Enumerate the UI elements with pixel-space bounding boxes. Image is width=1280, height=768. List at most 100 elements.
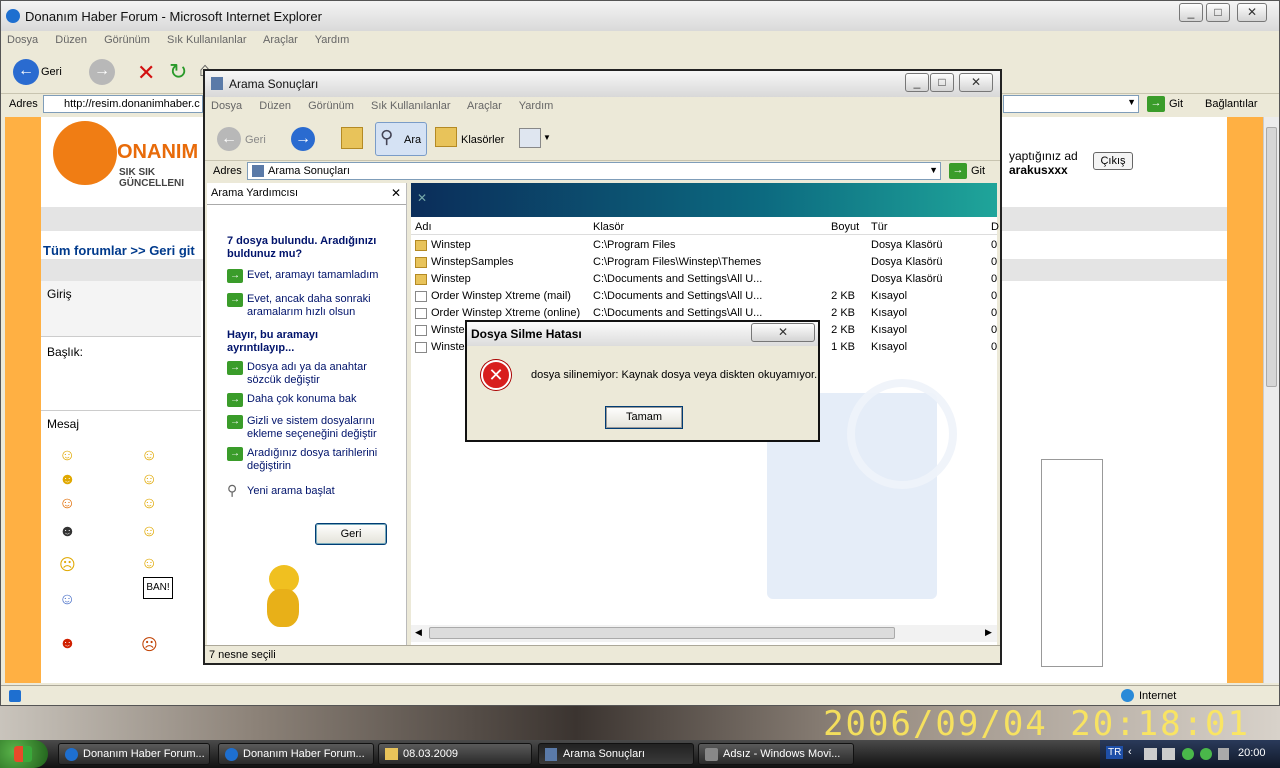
forward-arrow-icon[interactable]: →	[89, 59, 115, 85]
smiley-icon[interactable]: ☻	[59, 471, 76, 489]
banner-close-icon[interactable]: ✕	[417, 191, 427, 205]
go-arrow-icon[interactable]: →	[1147, 96, 1165, 112]
result-date: 0	[991, 239, 998, 251]
menu-duzen[interactable]: Düzen	[55, 34, 87, 46]
smiley-icon[interactable]: ☺	[141, 495, 157, 513]
col-size[interactable]: Boyut	[831, 221, 859, 233]
yes-option-1-label: Evet, aramayı tamamladım	[247, 269, 379, 281]
smiley-icon[interactable]: ☺	[59, 447, 75, 465]
go-label[interactable]: Git	[1169, 98, 1183, 110]
username-text: arakusxxx	[1009, 163, 1068, 177]
ie-vertical-scrollbar[interactable]	[1263, 117, 1279, 683]
address-dropdown-icon[interactable]: ▼	[929, 165, 938, 175]
smiley-icon[interactable]: ☹	[59, 555, 76, 575]
taskbar-item-ie-1[interactable]: Donanım Haber Forum...	[58, 743, 210, 765]
folders-icon[interactable]	[435, 127, 457, 147]
logo-circle-icon	[53, 121, 117, 185]
go-label[interactable]: Git	[971, 165, 985, 177]
smiley-icon[interactable]: ☺	[141, 471, 157, 489]
taskbar-item-search[interactable]: Arama Sonuçları	[538, 743, 694, 765]
col-name[interactable]: Adı	[415, 221, 432, 233]
logout-button[interactable]: Çıkış	[1093, 152, 1133, 170]
views-dropdown-icon[interactable]: ▼	[543, 133, 551, 142]
messenger-icon[interactable]	[1200, 748, 1212, 760]
address-input[interactable]: http://resim.donanimhaber.c	[43, 95, 203, 113]
clock[interactable]: 20:00	[1238, 747, 1266, 759]
folder-up-icon[interactable]	[341, 127, 363, 149]
go-arrow-icon[interactable]: →	[949, 163, 967, 179]
forward-arrow-icon[interactable]: →	[291, 127, 315, 151]
messenger-icon[interactable]	[1182, 748, 1194, 760]
menu-araclar[interactable]: Araçlar	[467, 100, 502, 112]
menu-yardim[interactable]: Yardım	[519, 100, 554, 112]
table-row[interactable]: Winstep C:\Documents and Settings\All U..…	[411, 271, 997, 288]
smiley-icon[interactable]: ☺	[59, 495, 75, 513]
menu-yardim[interactable]: Yardım	[315, 34, 350, 46]
tray-expand-icon[interactable]: ‹	[1128, 746, 1132, 758]
site-logo[interactable]: ONANIM SIK SIK GÜNCELLENI	[47, 117, 207, 205]
back-arrow-icon[interactable]: ←	[13, 59, 39, 85]
col-type[interactable]: Tür	[871, 221, 888, 233]
menu-gorunum[interactable]: Görünüm	[308, 100, 354, 112]
back-label[interactable]: Geri	[41, 66, 62, 78]
table-row[interactable]: Order Winstep Xtreme (mail) C:\Documents …	[411, 288, 997, 305]
search-button[interactable]: ⚲ Ara	[375, 122, 427, 156]
ie-titlebar: Donanım Haber Forum - Microsoft Internet…	[1, 1, 1279, 31]
smiley-icon[interactable]: ☻	[59, 523, 76, 541]
table-row[interactable]: WinstepSamples C:\Program Files\Winstep\T…	[411, 254, 997, 271]
folders-label[interactable]: Klasörler	[461, 134, 504, 146]
taskbar-item-moviemaker[interactable]: Adsız - Windows Movi...	[698, 743, 854, 765]
stop-icon[interactable]: ✕	[137, 60, 155, 86]
menu-araclar[interactable]: Araçlar	[263, 34, 298, 46]
smiley-icon[interactable]: ☻	[59, 635, 76, 653]
refresh-icon[interactable]: ↻	[169, 59, 187, 85]
scroll-left-icon[interactable]: ◀	[415, 627, 422, 638]
address-input-tail[interactable]: ▼	[1003, 95, 1139, 113]
back-label[interactable]: Geri	[245, 134, 266, 146]
menu-sik-kullanilanlar[interactable]: Sık Kullanılanlar	[371, 100, 451, 112]
address-input[interactable]: Arama Sonuçları ▼	[247, 162, 941, 180]
dialog-close-button[interactable]: ✕	[751, 323, 815, 342]
menu-dosya[interactable]: Dosya	[211, 100, 242, 112]
menu-dosya[interactable]: Dosya	[7, 34, 38, 46]
smiley-icon[interactable]: ☺	[141, 447, 157, 465]
hscroll-thumb[interactable]	[429, 627, 895, 639]
minimize-button[interactable]: _	[1179, 3, 1203, 22]
maximize-button[interactable]: □	[1206, 3, 1230, 22]
assistant-close-icon[interactable]: ✕	[391, 186, 401, 200]
taskbar-item-folder[interactable]: 08.03.2009	[378, 743, 532, 765]
start-button[interactable]	[0, 740, 48, 768]
result-size: 2 KB	[831, 290, 855, 302]
search-dog-icon[interactable]	[261, 565, 309, 629]
search-maximize-button[interactable]: □	[930, 73, 954, 92]
breadcrumb[interactable]: Tüm forumlar >> Geri git	[43, 243, 195, 258]
tray-app-icon[interactable]	[1162, 748, 1175, 760]
ok-button[interactable]: Tamam	[605, 406, 683, 429]
tray-app-icon[interactable]	[1144, 748, 1157, 760]
col-folder[interactable]: Klasör	[593, 221, 624, 233]
smiley-icon[interactable]: ☹	[141, 635, 158, 655]
smiley-icon[interactable]: ☺	[141, 523, 157, 541]
menu-duzen[interactable]: Düzen	[259, 100, 291, 112]
menu-sik-kullanilanlar[interactable]: Sık Kullanılanlar	[167, 34, 247, 46]
search-close-button[interactable]: ✕	[959, 73, 993, 92]
smiley-icon[interactable]: ☺	[141, 555, 157, 573]
taskbar-item-ie-2[interactable]: Donanım Haber Forum...	[218, 743, 374, 765]
results-horizontal-scrollbar[interactable]: ◀ ▶	[411, 625, 997, 642]
views-icon[interactable]	[519, 128, 541, 148]
scroll-right-icon[interactable]: ▶	[985, 627, 992, 638]
scroll-thumb[interactable]	[1266, 127, 1277, 387]
assistant-back-button[interactable]: Geri	[315, 523, 387, 545]
back-arrow-icon[interactable]: ←	[217, 127, 241, 151]
menu-gorunum[interactable]: Görünüm	[104, 34, 150, 46]
language-indicator[interactable]: TR	[1106, 746, 1124, 759]
col-date[interactable]: D	[991, 221, 999, 233]
search-minimize-button[interactable]: _	[905, 73, 929, 92]
table-row[interactable]: Winstep C:\Program Files Dosya Klasörü 0	[411, 237, 997, 254]
smiley-icon[interactable]: ☺	[59, 591, 75, 609]
links-label[interactable]: Bağlantılar	[1205, 98, 1258, 110]
close-button[interactable]: ✕	[1237, 3, 1267, 22]
message-textarea[interactable]	[1041, 459, 1103, 667]
ban-sign-icon[interactable]: BAN!	[143, 577, 173, 599]
tray-app-icon[interactable]	[1218, 748, 1229, 760]
